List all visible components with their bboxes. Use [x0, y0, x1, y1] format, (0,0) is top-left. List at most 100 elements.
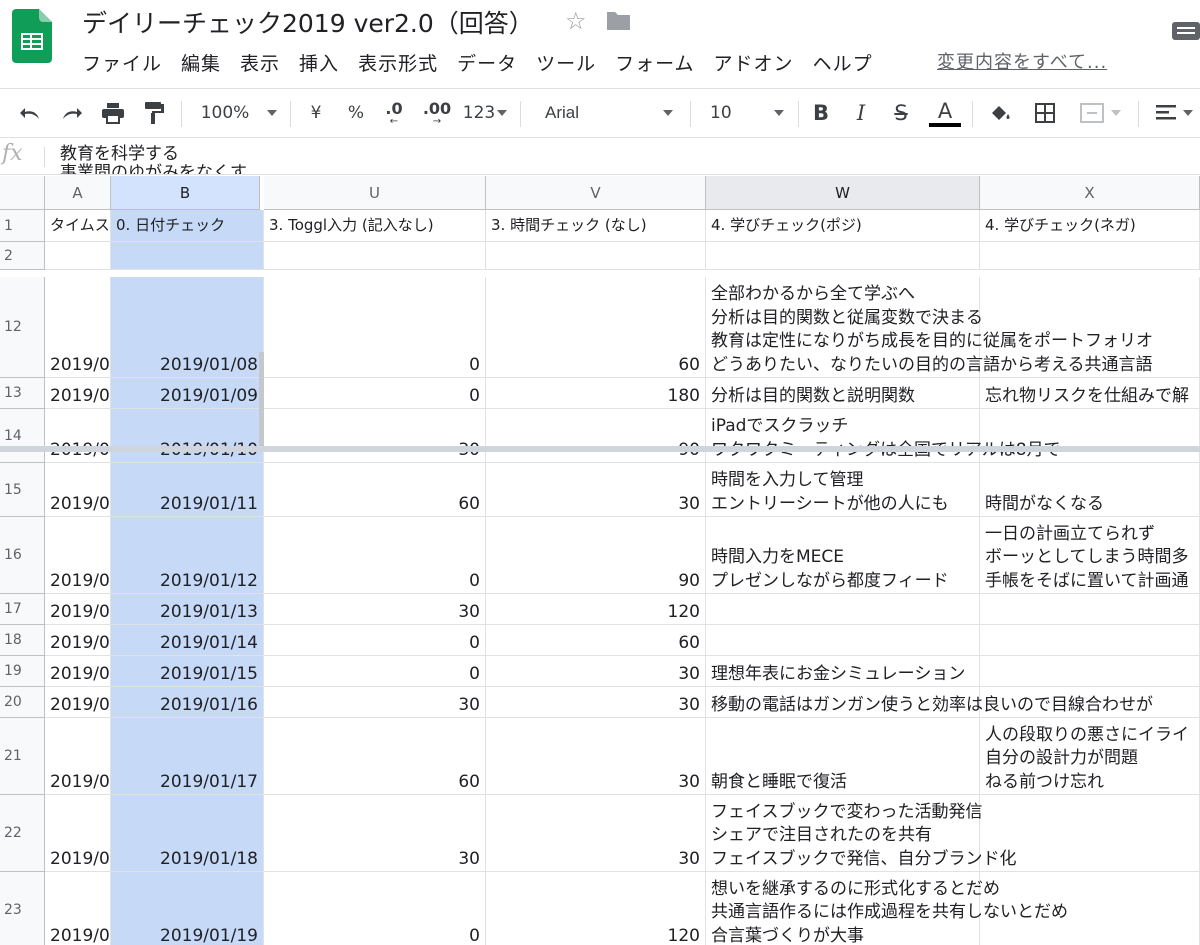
row-header[interactable]: 20 — [0, 687, 45, 718]
cell-u[interactable]: 0 — [264, 656, 486, 687]
cell-v[interactable]: 30 — [486, 656, 706, 687]
cell-v[interactable]: 90 — [486, 517, 706, 594]
cell-u[interactable]: 0 — [264, 625, 486, 656]
header-cell-a[interactable]: タイムスタンプ — [45, 210, 111, 242]
cell-w[interactable]: フェイスブックで変わった活動発信 シェアで注目されたのを共有 フェイスブックで発信、… — [706, 795, 1017, 872]
cell-x[interactable] — [980, 594, 1200, 625]
cell-w[interactable]: 移動の電話はガンガン使うと効率は良いので目線合わせが — [706, 687, 1153, 718]
cell-a[interactable]: 2019/01/14 — [45, 625, 111, 656]
cell-u[interactable]: 0 — [264, 277, 486, 378]
cell-b[interactable]: 2019/01/09 — [111, 378, 264, 409]
increase-decimals-button[interactable]: .00 → — [420, 89, 454, 137]
cell-w[interactable]: 分析は目的関数と説明関数 — [706, 378, 980, 409]
cell-u[interactable]: 0 — [264, 872, 486, 945]
cell-a[interactable]: 2019/01/18 — [45, 795, 111, 872]
cell-a[interactable]: 2019/01/17 — [45, 718, 111, 795]
last-edit-link[interactable]: 変更内容をすべて... — [937, 48, 1107, 74]
menu-addons[interactable]: アドオン — [714, 49, 794, 76]
menu-tools[interactable]: ツール — [536, 49, 596, 76]
currency-format-button[interactable]: ¥ — [302, 89, 330, 137]
menu-help[interactable]: ヘルプ — [813, 49, 873, 76]
cell-u[interactable]: 30 — [264, 409, 486, 463]
row-header[interactable]: 18 — [0, 625, 45, 656]
fill-color-icon[interactable] — [984, 89, 1018, 137]
cell-a[interactable]: 2019/01/08 — [45, 277, 111, 378]
menu-insert[interactable]: 挿入 — [299, 49, 339, 76]
borders-icon[interactable] — [1028, 89, 1062, 137]
cell-v[interactable] — [486, 242, 706, 270]
header-cell-v[interactable]: 3. 時間チェック (なし) — [486, 210, 706, 242]
column-header-w[interactable]: W — [706, 176, 980, 210]
cell-x[interactable]: 時間がなくなる — [980, 463, 1200, 517]
cell-b[interactable]: 2019/01/17 — [111, 718, 264, 795]
frozen-column-divider[interactable] — [259, 352, 264, 452]
cell-a[interactable]: 2019/01/09 — [45, 378, 111, 409]
cell-b[interactable] — [111, 242, 264, 270]
header-cell-u[interactable]: 3. Toggl入力 (記入なし) — [264, 210, 486, 242]
folder-icon[interactable] — [605, 10, 632, 32]
menu-data[interactable]: データ — [457, 49, 517, 76]
cell-v[interactable]: 30 — [486, 718, 706, 795]
row-header[interactable]: 2 — [0, 242, 45, 270]
cell-b[interactable]: 2019/01/16 — [111, 687, 264, 718]
sheets-logo-icon[interactable] — [12, 9, 52, 63]
cell-x[interactable] — [980, 625, 1200, 656]
cell-v[interactable]: 180 — [486, 378, 706, 409]
row-header[interactable]: 12 — [0, 277, 45, 378]
number-format-select[interactable]: 123 — [460, 89, 510, 137]
cell-w[interactable] — [706, 625, 980, 656]
menu-file[interactable]: ファイル — [82, 49, 162, 76]
column-header-a[interactable]: A — [45, 176, 111, 210]
cell-a[interactable]: 2019/01/13 — [45, 594, 111, 625]
cell-v[interactable]: 60 — [486, 277, 706, 378]
text-color-button[interactable]: A — [926, 89, 964, 137]
cell-a[interactable]: 2019/01/16 — [45, 687, 111, 718]
print-icon[interactable] — [96, 89, 130, 137]
percent-format-button[interactable]: % — [342, 89, 370, 137]
cell-u[interactable]: 60 — [264, 718, 486, 795]
header-cell-b[interactable]: 0. 日付チェック — [111, 210, 264, 242]
cell-w[interactable]: 朝食と睡眠で復活 — [706, 718, 980, 795]
column-header-u[interactable]: U — [264, 176, 486, 210]
cell-w[interactable]: 理想年表にお金シミュレーション — [706, 656, 980, 687]
cell-u[interactable]: 0 — [264, 378, 486, 409]
cell-x[interactable]: 忘れ物リスクを仕組みで解 — [980, 378, 1200, 409]
menu-format[interactable]: 表示形式 — [358, 49, 438, 76]
row-header[interactable]: 22 — [0, 795, 45, 872]
frozen-row-divider[interactable] — [0, 446, 1200, 452]
row-header[interactable]: 13 — [0, 378, 45, 409]
cell-a[interactable]: 2019/01/10 — [45, 409, 111, 463]
cell-b[interactable]: 2019/01/13 — [111, 594, 264, 625]
cell-w[interactable] — [706, 594, 980, 625]
document-title[interactable]: デイリーチェック2019 ver2.0（回答） — [82, 4, 534, 40]
star-icon[interactable]: ☆ — [565, 7, 587, 35]
cell-w[interactable]: iPadでスクラッチワクワクミーティングは全国でリアルは8月で — [706, 409, 1061, 463]
cell-u[interactable]: 30 — [264, 795, 486, 872]
cell-b[interactable]: 2019/01/10 — [111, 409, 264, 463]
cell-u[interactable] — [264, 242, 486, 270]
cell-v[interactable]: 120 — [486, 872, 706, 945]
align-left-icon[interactable] — [1148, 89, 1200, 137]
cell-w[interactable] — [706, 242, 980, 270]
cell-b[interactable]: 2019/01/19 — [111, 872, 264, 945]
decrease-decimals-button[interactable]: .0 ← — [378, 89, 410, 137]
zoom-select[interactable]: 100% — [196, 89, 282, 137]
cell-b[interactable]: 2019/01/08 — [111, 277, 264, 378]
cell-v[interactable]: 90 — [486, 409, 706, 463]
cell-b[interactable]: 2019/01/18 — [111, 795, 264, 872]
cell-u[interactable]: 0 — [264, 517, 486, 594]
select-all-corner[interactable] — [0, 176, 45, 210]
header-cell-x[interactable]: 4. 学びチェック(ネガ) — [980, 210, 1200, 242]
merge-cells-icon[interactable] — [1072, 89, 1128, 137]
column-header-b[interactable]: B — [111, 176, 260, 210]
column-header-x[interactable]: X — [980, 176, 1200, 210]
formula-input[interactable]: 教育を科学する 事業間のゆがみをなくす — [60, 145, 247, 175]
row-header[interactable]: 1 — [0, 210, 45, 242]
cell-u[interactable]: 30 — [264, 594, 486, 625]
cell-b[interactable]: 2019/01/15 — [111, 656, 264, 687]
cell-w[interactable]: 時間入力をMECE プレゼンしながら都度フィード — [706, 517, 980, 594]
cell-b[interactable]: 2019/01/11 — [111, 463, 264, 517]
bold-button[interactable]: B — [806, 89, 836, 137]
row-header[interactable]: 17 — [0, 594, 45, 625]
row-header[interactable]: 15 — [0, 463, 45, 517]
